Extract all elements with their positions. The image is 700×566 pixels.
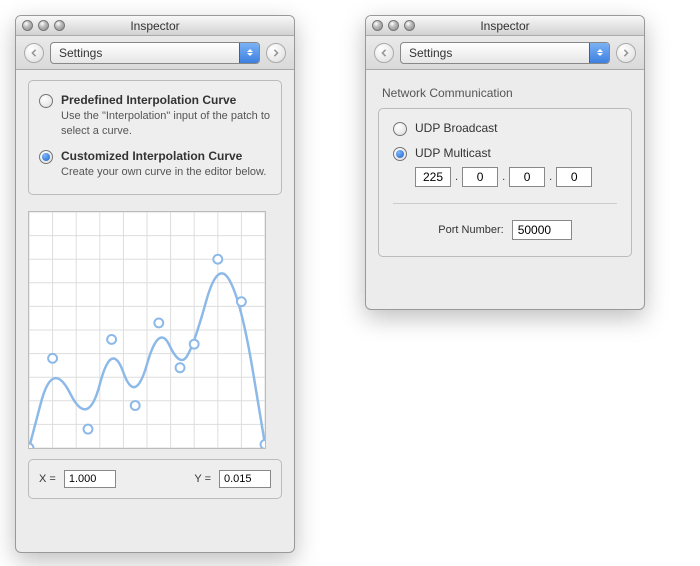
zoom-icon[interactable] xyxy=(54,20,65,31)
close-icon[interactable] xyxy=(372,20,383,31)
radio-udp-multicast-label: UDP Multicast xyxy=(415,146,491,160)
radio-icon[interactable] xyxy=(393,147,407,161)
radio-udp-broadcast[interactable]: UDP Broadcast xyxy=(393,121,617,136)
port-label: Port Number: xyxy=(438,224,503,236)
ip-octet-2[interactable] xyxy=(462,167,498,187)
zoom-icon[interactable] xyxy=(404,20,415,31)
radio-customized[interactable]: Customized Interpolation Curve Create yo… xyxy=(39,149,271,180)
traffic-lights xyxy=(22,20,65,31)
dot-label: . xyxy=(549,171,552,183)
settings-popup-label: Settings xyxy=(409,46,452,60)
titlebar[interactable]: Inspector xyxy=(16,16,294,36)
radio-predefined-desc: Use the "Interpolation" input of the pat… xyxy=(61,109,271,139)
radio-predefined-label: Predefined Interpolation Curve xyxy=(61,93,271,107)
section-title: Network Communication xyxy=(382,86,632,100)
x-input[interactable] xyxy=(64,470,116,488)
radio-icon[interactable] xyxy=(393,122,407,136)
settings-popup-label: Settings xyxy=(59,46,102,60)
radio-predefined[interactable]: Predefined Interpolation Curve Use the "… xyxy=(39,93,271,139)
nav-forward-button[interactable] xyxy=(266,43,286,63)
radio-icon[interactable] xyxy=(39,94,53,108)
minimize-icon[interactable] xyxy=(38,20,49,31)
chevron-left-icon xyxy=(380,49,388,57)
chevron-left-icon xyxy=(30,49,38,57)
y-input[interactable] xyxy=(219,470,271,488)
window-body: Network Communication UDP Broadcast UDP … xyxy=(366,70,644,271)
dot-label: . xyxy=(455,171,458,183)
close-icon[interactable] xyxy=(22,20,33,31)
nav-back-button[interactable] xyxy=(24,43,44,63)
interpolation-group: Predefined Interpolation Curve Use the "… xyxy=(28,80,282,195)
toolbar: Settings xyxy=(366,36,644,70)
radio-icon[interactable] xyxy=(39,150,53,164)
settings-popup[interactable]: Settings xyxy=(50,42,260,64)
inspector-window-curve: Inspector Settings Predefined Interpolat… xyxy=(15,15,295,553)
window-body: Predefined Interpolation Curve Use the "… xyxy=(16,70,294,513)
y-label: Y = xyxy=(194,473,211,485)
titlebar[interactable]: Inspector xyxy=(366,16,644,36)
radio-customized-desc: Create your own curve in the editor belo… xyxy=(61,165,266,180)
popup-stepper-icon xyxy=(589,43,609,63)
ip-octet-4[interactable] xyxy=(556,167,592,187)
nav-forward-button[interactable] xyxy=(616,43,636,63)
x-label: X = xyxy=(39,473,56,485)
radio-udp-broadcast-label: UDP Broadcast xyxy=(415,121,497,135)
minimize-icon[interactable] xyxy=(388,20,399,31)
port-input[interactable] xyxy=(512,220,572,240)
network-group: UDP Broadcast UDP Multicast . . . Port N… xyxy=(378,108,632,257)
port-row: Port Number: xyxy=(393,220,617,240)
curve-canvas[interactable] xyxy=(29,212,265,448)
coord-group: X = Y = xyxy=(28,459,282,499)
settings-popup[interactable]: Settings xyxy=(400,42,610,64)
traffic-lights xyxy=(372,20,415,31)
inspector-window-network: Inspector Settings Network Communication… xyxy=(365,15,645,310)
chevron-right-icon xyxy=(272,49,280,57)
popup-stepper-icon xyxy=(239,43,259,63)
curve-editor[interactable] xyxy=(28,211,266,449)
dot-label: . xyxy=(502,171,505,183)
divider xyxy=(393,203,617,204)
radio-customized-label: Customized Interpolation Curve xyxy=(61,149,266,163)
ip-row: . . . xyxy=(415,167,617,187)
ip-octet-3[interactable] xyxy=(509,167,545,187)
nav-back-button[interactable] xyxy=(374,43,394,63)
toolbar: Settings xyxy=(16,36,294,70)
radio-udp-multicast[interactable]: UDP Multicast xyxy=(393,146,617,161)
chevron-right-icon xyxy=(622,49,630,57)
ip-octet-1[interactable] xyxy=(415,167,451,187)
